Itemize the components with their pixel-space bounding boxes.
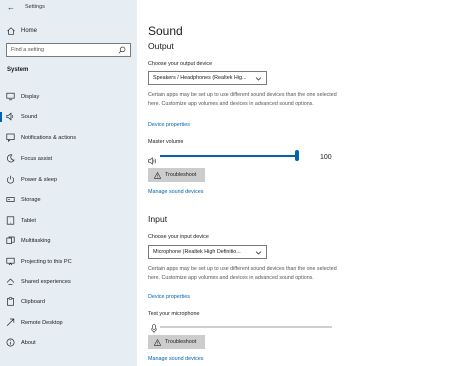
master-volume-slider[interactable] <box>148 150 338 165</box>
sidebar-item-sound[interactable]: Sound <box>0 108 137 125</box>
sidebar-item-label: Focus assist <box>21 155 53 162</box>
microphone-level-meter <box>148 321 338 334</box>
sidebar-item-storage[interactable]: Storage <box>0 191 137 208</box>
sidebar-item-notifications[interactable]: Notifications & actions <box>0 129 137 146</box>
output-troubleshoot-button[interactable]: Troubleshoot <box>148 168 205 182</box>
notification-icon <box>6 133 15 142</box>
sidebar-item-label: Sound <box>21 113 38 120</box>
input-device-select[interactable]: Microphone (Realtek High Definitio... <box>148 245 267 259</box>
sidebar-item-remote-desktop[interactable]: Remote Desktop <box>0 314 137 331</box>
output-device-properties-link[interactable]: Device properties <box>148 122 190 128</box>
input-description: Certain apps may be set up to use differ… <box>148 266 337 281</box>
output-device-value: Speakers / Headphones (Realtek Hig... <box>153 75 247 81</box>
input-device-value: Microphone (Realtek High Definitio... <box>153 249 241 255</box>
shared-icon <box>6 277 15 286</box>
sidebar-item-about[interactable]: About <box>0 334 137 351</box>
sidebar-item-display[interactable]: Display <box>0 88 137 105</box>
input-troubleshoot-button[interactable]: Troubleshoot <box>148 335 205 349</box>
sidebar-item-label: Power & sleep <box>21 176 58 183</box>
sidebar-item-label: Notifications & actions <box>21 134 77 141</box>
search-icon[interactable] <box>118 46 126 54</box>
main-content: Sound Output Choose your output device S… <box>147 0 474 366</box>
warning-icon <box>154 171 161 179</box>
sidebar-item-multitasking[interactable]: Multitasking <box>0 232 137 249</box>
sidebar-item-label: Shared experiences <box>21 278 71 285</box>
power-icon <box>6 175 15 184</box>
display-icon <box>6 92 15 101</box>
volume-value: 100 <box>320 154 332 161</box>
speaker-icon <box>148 152 156 165</box>
input-device-label: Choose your input device <box>148 234 209 240</box>
troubleshoot-label: Troubleshoot <box>165 172 197 178</box>
input-device-properties-link[interactable]: Device properties <box>148 294 190 300</box>
tablet-icon <box>6 216 15 225</box>
sidebar-item-label: Clipboard <box>21 298 45 305</box>
chevron-down-icon <box>255 249 262 256</box>
moon-icon <box>6 154 15 163</box>
sidebar-item-projecting[interactable]: Projecting to this PC <box>0 253 137 270</box>
info-icon <box>6 338 15 347</box>
multitasking-icon <box>6 236 15 245</box>
sidebar-item-home[interactable]: Home <box>0 25 137 37</box>
speaker-icon <box>6 112 15 121</box>
sidebar-item-label: Tablet <box>21 217 36 224</box>
test-microphone-label: Test your microphone <box>148 311 200 317</box>
sidebar-item-shared-experiences[interactable]: Shared experiences <box>0 273 137 290</box>
sidebar-item-label: Multitasking <box>21 237 51 244</box>
sidebar-item-power-sleep[interactable]: Power & sleep <box>0 171 137 188</box>
sidebar-item-label: About <box>21 339 36 346</box>
output-device-label: Choose your output device <box>148 61 213 67</box>
output-description: Certain apps may be set up to use differ… <box>148 92 337 107</box>
back-arrow-icon[interactable]: ← <box>7 3 15 12</box>
sidebar-item-label: Home <box>21 28 38 34</box>
projector-icon <box>6 257 15 266</box>
input-manage-devices-link[interactable]: Manage sound devices <box>148 356 203 362</box>
output-heading: Output <box>148 41 174 51</box>
sidebar-item-focus-assist[interactable]: Focus assist <box>0 150 137 167</box>
page-title: Sound <box>148 24 183 38</box>
window-title: Settings <box>25 4 45 10</box>
sidebar-item-label: Display <box>21 93 40 100</box>
section-title: System <box>7 67 29 73</box>
sidebar: ← Settings Home Find a setting System Di… <box>0 0 137 366</box>
output-device-select[interactable]: Speakers / Headphones (Realtek Hig... <box>148 71 267 85</box>
sidebar-item-label: Projecting to this PC <box>21 258 72 265</box>
search-placeholder: Find a setting <box>11 47 45 53</box>
microphone-level-track <box>160 326 332 328</box>
remote-desktop-icon <box>6 318 15 327</box>
search-input[interactable]: Find a setting <box>6 43 131 57</box>
warning-icon <box>154 338 161 346</box>
troubleshoot-label: Troubleshoot <box>165 339 197 345</box>
output-manage-devices-link[interactable]: Manage sound devices <box>148 189 203 195</box>
sidebar-item-clipboard[interactable]: Clipboard <box>0 293 137 310</box>
sidebar-item-label: Storage <box>21 196 41 203</box>
sidebar-item-label: Remote Desktop <box>21 319 63 326</box>
microphone-icon <box>151 321 157 334</box>
volume-track <box>160 155 297 157</box>
volume-thumb[interactable] <box>295 150 299 161</box>
home-icon <box>7 27 15 35</box>
input-heading: Input <box>148 214 168 224</box>
chevron-down-icon <box>255 75 262 82</box>
title-bar: ← Settings <box>0 0 137 14</box>
sidebar-item-tablet[interactable]: Tablet <box>0 212 137 229</box>
clipboard-icon <box>6 297 15 306</box>
storage-icon <box>6 195 15 204</box>
master-volume-label: Master volume <box>148 139 184 145</box>
